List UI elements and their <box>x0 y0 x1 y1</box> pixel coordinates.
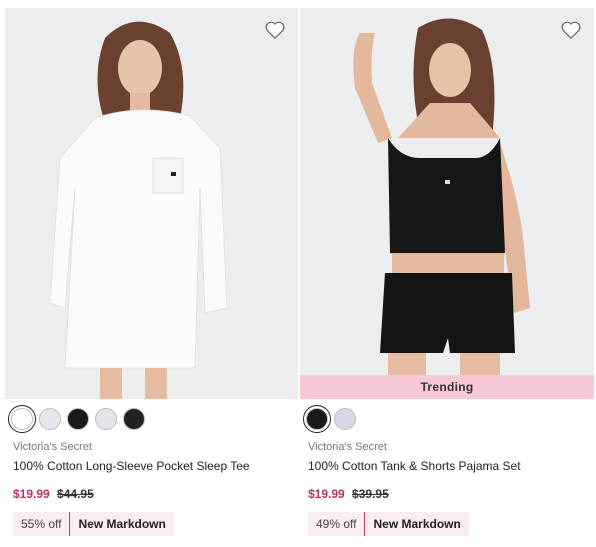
color-swatches <box>303 405 356 433</box>
swatch-pale-gray[interactable] <box>95 408 117 430</box>
swatch-lavender-gray[interactable] <box>334 408 356 430</box>
wishlist-heart-icon[interactable] <box>264 20 286 40</box>
wishlist-heart-icon[interactable] <box>560 20 582 40</box>
markdown-badge: New Markdown <box>364 512 468 536</box>
sale-price: $19.99 <box>308 487 345 501</box>
product-card[interactable]: Victoria's Secret 100% Cotton Long-Sleev… <box>5 0 298 547</box>
product-brand: Victoria's Secret <box>308 441 387 453</box>
swatch-black[interactable] <box>67 408 89 430</box>
product-card[interactable]: Trending Victoria's Secret 100% Cotton T… <box>300 0 594 547</box>
promo-badges: 55% off New Markdown <box>13 512 174 536</box>
product-grid: Victoria's Secret 100% Cotton Long-Sleev… <box>0 0 596 547</box>
product-image[interactable] <box>5 8 298 399</box>
product-price: $19.99 $39.95 <box>308 487 389 501</box>
discount-badge: 49% off <box>316 517 357 531</box>
product-brand: Victoria's Secret <box>13 441 92 453</box>
product-price: $19.99 $44.95 <box>13 487 94 501</box>
markdown-badge: New Markdown <box>69 512 173 536</box>
model-photo <box>300 8 594 399</box>
swatch-white[interactable] <box>8 405 36 433</box>
swatch-black[interactable] <box>303 405 331 433</box>
original-price: $44.95 <box>57 487 94 501</box>
original-price: $39.95 <box>352 487 389 501</box>
product-title[interactable]: 100% Cotton Long-Sleeve Pocket Sleep Tee <box>13 459 250 473</box>
sale-price: $19.99 <box>13 487 50 501</box>
product-image[interactable]: Trending <box>300 8 594 399</box>
promo-badges: 49% off New Markdown <box>308 512 469 536</box>
color-swatches <box>8 405 145 433</box>
discount-badge: 55% off <box>21 517 62 531</box>
model-photo <box>5 8 298 399</box>
swatch-dark[interactable] <box>123 408 145 430</box>
trending-tag: Trending <box>300 375 594 399</box>
swatch-light-gray[interactable] <box>39 408 61 430</box>
product-title[interactable]: 100% Cotton Tank & Shorts Pajama Set <box>308 459 521 473</box>
